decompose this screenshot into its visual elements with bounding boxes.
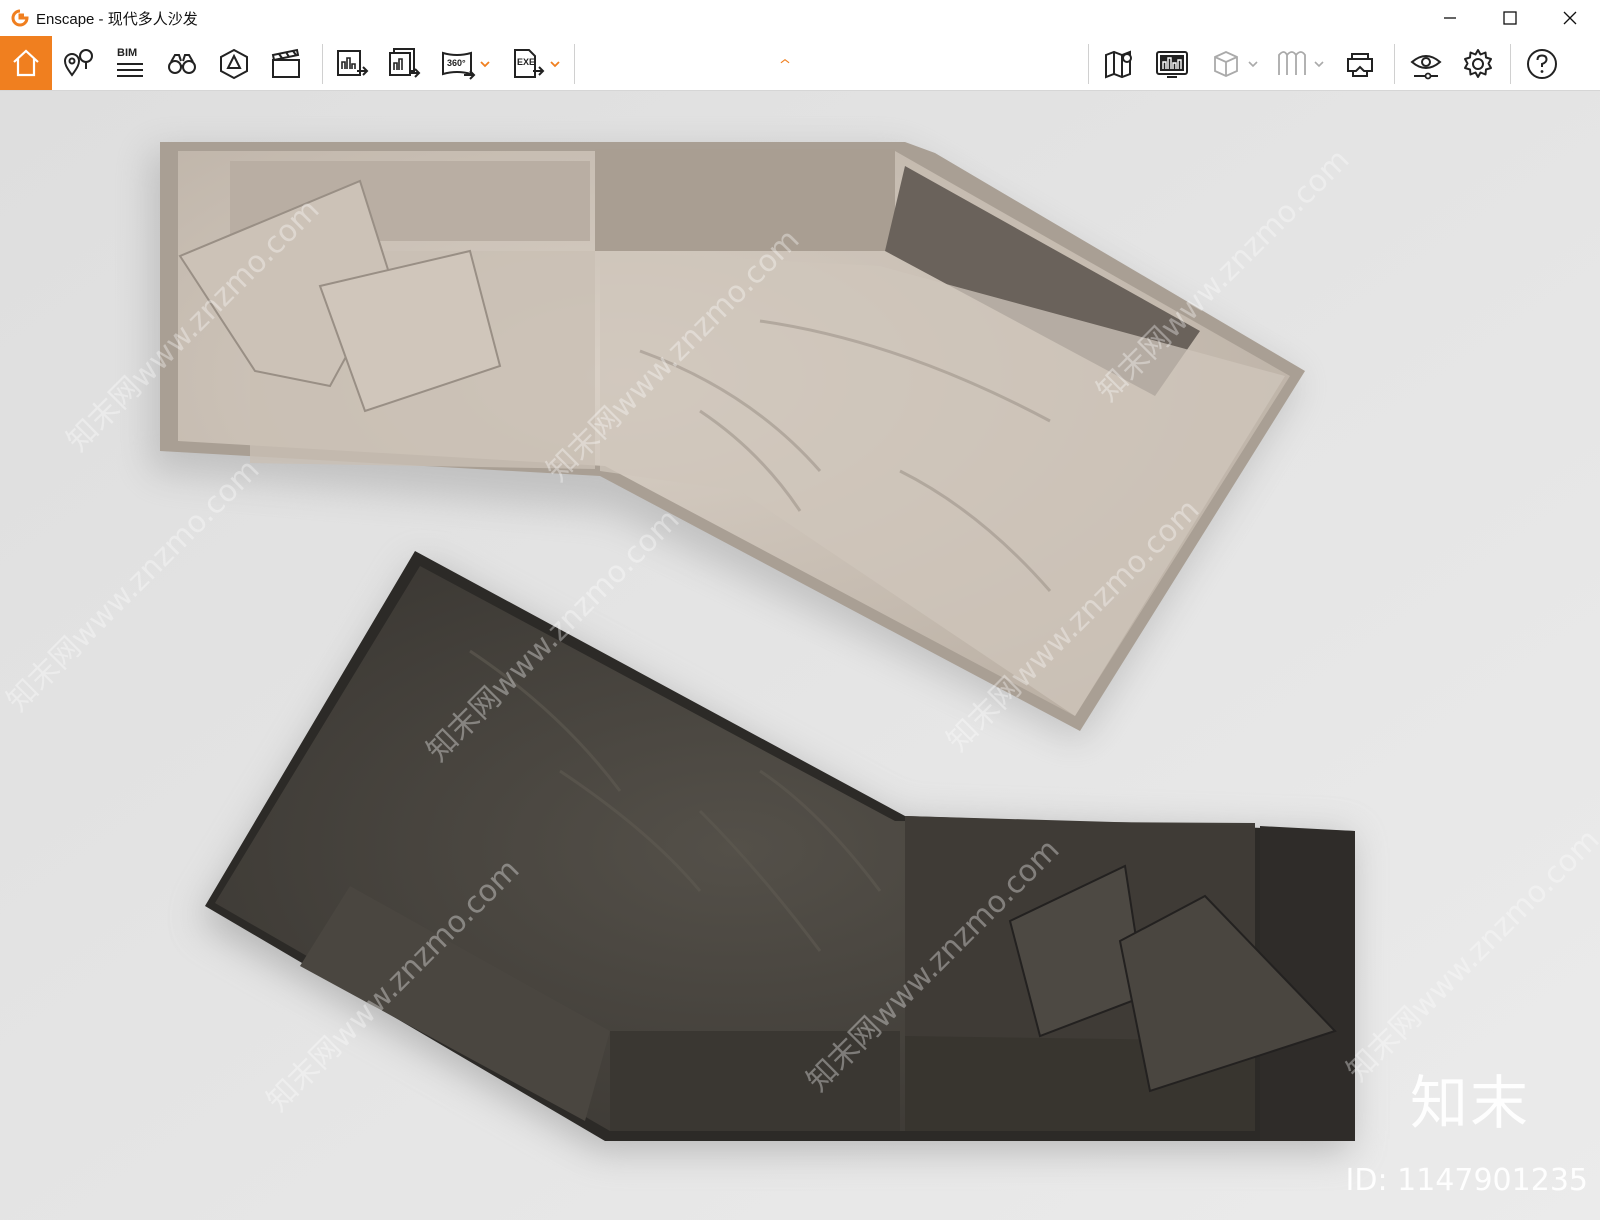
window-title: Enscape - 现代多人沙发: [36, 10, 198, 28]
perspective-icon: [220, 48, 248, 80]
minimize-button[interactable]: [1420, 0, 1480, 36]
minimize-icon: [1444, 17, 1456, 19]
map-icon: [1105, 50, 1132, 79]
toolbar: BIM 360° EXE: [0, 36, 1600, 91]
screenshot-export-button[interactable]: [332, 44, 372, 84]
screenshot-export-icon: [337, 50, 369, 76]
settings-icon: [1464, 49, 1492, 78]
batch-export-icon: [389, 48, 421, 78]
chevron-down-icon: [1248, 61, 1258, 68]
exe-export-icon: EXE: [511, 47, 545, 81]
maximize-button[interactable]: [1480, 0, 1540, 36]
chevron-down-icon: [480, 61, 490, 68]
exe-label: EXE: [517, 57, 536, 67]
vr-headset-button[interactable]: [1340, 44, 1380, 84]
vr-headset-icon: [1347, 53, 1373, 77]
batch-export-button[interactable]: [384, 44, 424, 84]
video-editor-button[interactable]: [266, 44, 306, 84]
asset-library-button[interactable]: [1152, 44, 1192, 84]
cube-view-dropdown-button[interactable]: [1246, 44, 1260, 84]
watermark-id: ID: 1147901235: [1345, 1163, 1588, 1198]
panorama-export-button[interactable]: 360°: [438, 44, 478, 84]
toolbar-separator: [1088, 44, 1089, 84]
toolbar-separator: [322, 44, 323, 84]
settings-button[interactable]: [1458, 44, 1498, 84]
visual-settings-button[interactable]: [1406, 44, 1446, 84]
collapse-toolbar-button[interactable]: [780, 56, 790, 66]
toolbar-separator: [1394, 44, 1395, 84]
help-icon: [1527, 49, 1557, 79]
cube-view-button[interactable]: [1206, 44, 1246, 84]
toolbar-separator: [574, 44, 575, 84]
asset-library-icon: [1156, 51, 1188, 78]
exe-export-button[interactable]: EXE: [508, 44, 548, 84]
home-icon: [13, 49, 39, 77]
exe-dropdown-button[interactable]: [548, 44, 562, 84]
panorama-export-icon: 360°: [440, 47, 476, 81]
bim-info-button[interactable]: BIM: [110, 44, 150, 84]
binoculars-button[interactable]: [162, 44, 202, 84]
render-viewport[interactable]: 知末网www.znzmo.com 知末网www.znzmo.com 知末网www…: [0, 91, 1600, 1220]
enscape-logo-icon: [10, 8, 30, 28]
watermark-logo: 知末: [1409, 1069, 1530, 1137]
perspective-button[interactable]: [214, 44, 254, 84]
chevron-down-icon: [1314, 61, 1324, 68]
chevron-up-icon: [780, 58, 790, 64]
cube-view-icon: [1214, 51, 1238, 77]
visual-settings-icon: [1410, 55, 1442, 80]
clapper-icon: [271, 48, 300, 78]
material-dropdown-button[interactable]: [1312, 44, 1326, 84]
location-pin-icon: [63, 49, 93, 77]
material-icon: [1278, 51, 1306, 75]
panorama-dropdown-button[interactable]: [478, 44, 492, 84]
map-button[interactable]: [1100, 44, 1140, 84]
close-button[interactable]: [1540, 0, 1600, 36]
pano-label: 360°: [447, 58, 466, 68]
material-button[interactable]: [1272, 44, 1312, 84]
toolbar-separator: [1510, 44, 1511, 84]
close-icon: [1563, 11, 1577, 25]
help-button[interactable]: [1522, 44, 1562, 84]
title-bar: Enscape - 现代多人沙发: [0, 0, 1600, 36]
home-button[interactable]: [0, 36, 52, 90]
binoculars-icon: [168, 54, 196, 74]
chevron-down-icon: [550, 61, 560, 68]
views-button[interactable]: [58, 44, 98, 84]
maximize-icon: [1503, 11, 1517, 25]
bim-info-icon: BIM: [113, 47, 147, 81]
